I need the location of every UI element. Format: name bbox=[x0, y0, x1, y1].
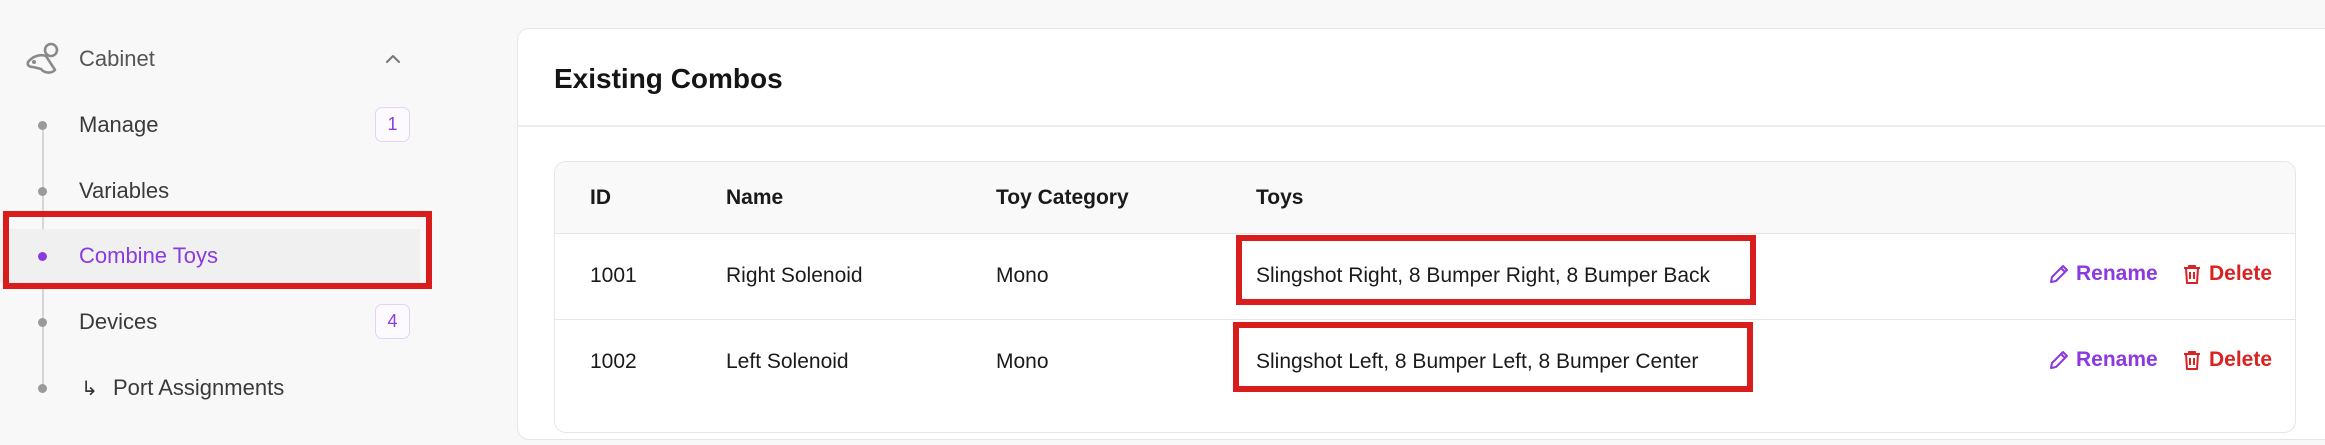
chevron-up-icon[interactable] bbox=[382, 48, 404, 70]
sidebar-item-label: Port Assignments bbox=[113, 375, 285, 400]
highlight-box bbox=[3, 211, 432, 289]
tree-dot bbox=[38, 384, 47, 393]
rename-label: Rename bbox=[2076, 262, 2158, 285]
cell-id: 1002 bbox=[590, 350, 637, 373]
tree-dot bbox=[38, 187, 47, 196]
delete-label: Delete bbox=[2209, 348, 2273, 371]
sidebar-item-variables[interactable]: Variables bbox=[0, 164, 420, 218]
trash-icon bbox=[2184, 265, 2200, 284]
pencil-icon bbox=[2050, 265, 2068, 283]
divider bbox=[518, 125, 2325, 127]
column-header-name[interactable]: Name bbox=[726, 186, 783, 210]
rename-button[interactable]: Rename bbox=[2048, 262, 2158, 286]
table-header: ID Name Toy Category Toys bbox=[555, 162, 2295, 234]
sidebar: Cabinet Manage 1 Variables Combine Toys … bbox=[0, 0, 440, 445]
combos-table: ID Name Toy Category Toys 1001 Right Sol… bbox=[554, 161, 2296, 433]
column-header-toy-category[interactable]: Toy Category bbox=[996, 186, 1129, 210]
count-badge: 4 bbox=[375, 304, 410, 339]
sidebar-section-label: Cabinet bbox=[79, 46, 155, 71]
sidebar-item-label: Manage bbox=[79, 112, 159, 137]
delete-button[interactable]: Delete bbox=[2181, 262, 2272, 286]
pencil-icon bbox=[2050, 351, 2068, 369]
count-badge: 1 bbox=[375, 107, 410, 142]
rename-label: Rename bbox=[2076, 348, 2158, 371]
highlight-box bbox=[1233, 322, 1753, 392]
column-header-toys[interactable]: Toys bbox=[1256, 186, 1303, 210]
table-row: 1002 Left Solenoid Mono Slingshot Left, … bbox=[555, 319, 2295, 404]
combos-card: Existing Combos ID Name Toy Category Toy… bbox=[517, 28, 2325, 440]
sub-arrow-icon: ↳ bbox=[81, 377, 98, 400]
page-title: Existing Combos bbox=[554, 63, 783, 94]
cell-id: 1001 bbox=[590, 264, 637, 287]
tree-dot bbox=[38, 318, 47, 327]
cell-name: Right Solenoid bbox=[726, 264, 863, 287]
cell-toy-category: Mono bbox=[996, 350, 1049, 373]
column-header-id[interactable]: ID bbox=[590, 186, 611, 210]
sidebar-item-port-assignments[interactable]: ↳ Port Assignments bbox=[0, 361, 420, 415]
delete-label: Delete bbox=[2209, 262, 2273, 285]
cell-name: Left Solenoid bbox=[726, 350, 849, 373]
rename-button[interactable]: Rename bbox=[2048, 348, 2158, 372]
delete-button[interactable]: Delete bbox=[2181, 348, 2272, 372]
tree-dot bbox=[38, 121, 47, 130]
pinball-flipper-icon bbox=[26, 42, 59, 74]
highlight-box bbox=[1236, 235, 1756, 305]
sidebar-section-cabinet[interactable]: Cabinet bbox=[24, 36, 414, 82]
trash-icon bbox=[2184, 351, 2200, 370]
table-row: 1001 Right Solenoid Mono Slingshot Right… bbox=[555, 234, 2295, 319]
sidebar-item-manage[interactable]: Manage 1 bbox=[0, 98, 420, 152]
cell-toy-category: Mono bbox=[996, 264, 1049, 287]
sidebar-item-devices[interactable]: Devices 4 bbox=[0, 295, 420, 349]
sidebar-item-label: Variables bbox=[79, 178, 170, 203]
sidebar-item-label: Devices bbox=[79, 309, 158, 334]
